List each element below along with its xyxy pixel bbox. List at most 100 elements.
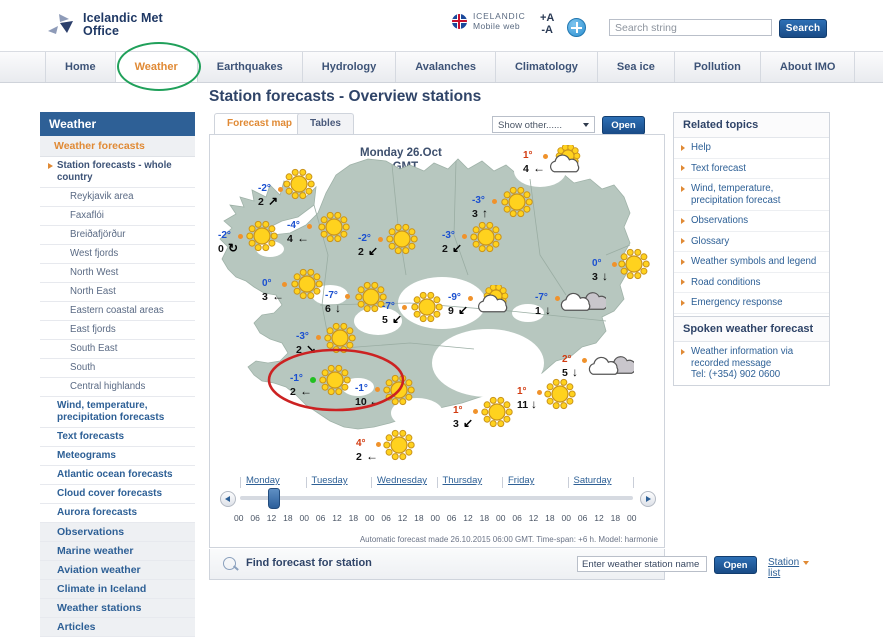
nav-tab-earthquakes[interactable]: Earthquakes (198, 52, 303, 82)
tab-forecast-map[interactable]: Forecast map (214, 113, 306, 135)
sidebar-item-brei-afj-r-ur[interactable]: Breiðafjörður (40, 226, 195, 245)
search-input[interactable]: Search string (609, 19, 772, 36)
sidebar-item-south-east[interactable]: South East (40, 340, 195, 359)
timeline-hour-label[interactable]: 00 (496, 513, 505, 523)
timeline-hour-label[interactable]: 00 (627, 513, 636, 523)
font-increase[interactable]: +A (540, 12, 554, 24)
logo[interactable]: Icelandic Met Office (46, 12, 163, 38)
slider-track[interactable] (240, 496, 633, 500)
sidebar-item-articles[interactable]: Articles (40, 618, 195, 637)
sidebar-item-weather-stations[interactable]: Weather stations (40, 599, 195, 618)
show-other-select[interactable]: Show other...... (492, 116, 595, 133)
accessibility-plus-icon[interactable] (567, 18, 586, 37)
timeline-hour-label[interactable]: 18 (283, 513, 292, 523)
sidebar-item-atlantic-ocean-forecasts[interactable]: Atlantic ocean forecasts (40, 466, 195, 485)
timeline-hour-label[interactable]: 12 (267, 513, 276, 523)
tab-tables[interactable]: Tables (297, 113, 354, 135)
timeline-hour-label[interactable]: 00 (365, 513, 374, 523)
nav-tab-pollution[interactable]: Pollution (675, 52, 761, 82)
timeline-hour-label[interactable]: 00 (300, 513, 309, 523)
search-button[interactable]: Search (779, 19, 827, 38)
timeline-hour-label[interactable]: 06 (316, 513, 325, 523)
related-link-emergency-response[interactable]: Emergency response (674, 293, 829, 314)
timeline-hour-label[interactable]: 18 (545, 513, 554, 523)
timeline-hour-label[interactable]: 12 (463, 513, 472, 523)
time-slider[interactable]: Monday Tuesday Wednesday Thursday Friday Satu… (210, 475, 664, 533)
related-link-help[interactable]: Help (674, 138, 829, 159)
sidebar-item-cloud-cover-forecasts[interactable]: Cloud cover forecasts (40, 485, 195, 504)
sidebar-item-marine-weather[interactable]: Marine weather (40, 542, 195, 561)
sidebar-item-faxafl-i[interactable]: Faxaflói (40, 207, 195, 226)
lang-mobile[interactable]: Mobile web (473, 21, 520, 31)
open-button[interactable]: Open (602, 116, 645, 135)
related-link-text-forecast[interactable]: Text forecast (674, 159, 829, 179)
nav-tab-sea-ice[interactable]: Sea ice (598, 52, 675, 82)
sidebar-item-central-highlands[interactable]: Central highlands (40, 378, 195, 397)
related-link-weather-symbols-and-legend[interactable]: Weather symbols and legend (674, 252, 829, 273)
related-link-road-conditions[interactable]: Road conditions (674, 273, 829, 293)
logo-text: Icelandic Met Office (83, 12, 163, 38)
sidebar-item-wind-temperature-precipitation-forecasts[interactable]: Wind, temperature, precipitation forecas… (40, 397, 195, 428)
nav-tab-home[interactable]: Home (45, 52, 116, 82)
timeline-hour-label[interactable]: 18 (414, 513, 423, 523)
nav-tab-avalanches[interactable]: Avalanches (396, 52, 496, 82)
language-switcher[interactable]: ICELANDIC Mobile web (452, 11, 526, 31)
sidebar-item-north-east[interactable]: North East (40, 283, 195, 302)
timeline-hour-label[interactable]: 18 (611, 513, 620, 523)
sidebar-item-climate-in-iceland[interactable]: Climate in Iceland (40, 580, 195, 599)
timeline-hour-label[interactable]: 18 (349, 513, 358, 523)
lang-icelandic[interactable]: ICELANDIC (473, 11, 526, 21)
font-size-controls[interactable]: +A -A (540, 12, 554, 36)
timeline-hour-label[interactable]: 00 (234, 513, 243, 523)
timeline-day-saturday[interactable]: Saturday (574, 475, 612, 486)
sidebar-item-text-forecasts[interactable]: Text forecasts (40, 428, 195, 447)
sidebar-item-west-fjords[interactable]: West fjords (40, 245, 195, 264)
timeline-hour-label[interactable]: 06 (250, 513, 259, 523)
slider-next-button[interactable] (640, 491, 656, 507)
timeline-day-tuesday[interactable]: Tuesday (312, 475, 348, 486)
timeline-day-thursday[interactable]: Thursday (443, 475, 483, 486)
sidebar-item-reykjavik-area[interactable]: Reykjavik area (40, 188, 195, 207)
station-name-input[interactable]: Enter weather station name (577, 556, 707, 572)
timeline-hour-label[interactable]: 00 (562, 513, 571, 523)
nav-tab-about-imo[interactable]: About IMO (761, 52, 856, 82)
timeline-hour-label[interactable]: 06 (578, 513, 587, 523)
sidebar-item-aviation-weather[interactable]: Aviation weather (40, 561, 195, 580)
timeline-hour-label[interactable]: 06 (381, 513, 390, 523)
nav-tab-climatology[interactable]: Climatology (496, 52, 598, 82)
font-decrease[interactable]: -A (540, 24, 554, 36)
station-list-link[interactable]: Station list (768, 557, 810, 579)
timeline-hour-label[interactable]: 12 (332, 513, 341, 523)
sidebar-item-east-fjords[interactable]: East fjords (40, 321, 195, 340)
slider-handle[interactable] (267, 488, 280, 509)
related-link-wind-temperature-precipitation-forecast[interactable]: Wind, temperature, precipitation forecas… (674, 179, 829, 211)
timeline-hour-label[interactable]: 18 (480, 513, 489, 523)
nav-tab-weather[interactable]: Weather (115, 52, 198, 82)
timeline-hour-label[interactable]: 06 (447, 513, 456, 523)
nav-tab-hydrology[interactable]: Hydrology (303, 52, 397, 82)
timeline-hour-label[interactable]: 12 (594, 513, 603, 523)
spoken-forecast-link[interactable]: Weather information via recorded message… (674, 342, 829, 385)
sidebar-item-south[interactable]: South (40, 359, 195, 378)
timeline-day-monday[interactable]: Monday (246, 475, 280, 486)
wind-direction-arrow-icon: ↓ (602, 269, 608, 283)
related-link-observations[interactable]: Observations (674, 211, 829, 232)
timeline-day-wednesday[interactable]: Wednesday (377, 475, 427, 486)
sidebar-item-eastern-coastal-areas[interactable]: Eastern coastal areas (40, 302, 195, 321)
find-open-button[interactable]: Open (714, 556, 757, 574)
related-link-glossary[interactable]: Glossary (674, 232, 829, 252)
timeline-hour-label[interactable]: 12 (529, 513, 538, 523)
timeline-day-friday[interactable]: Friday (508, 475, 534, 486)
slider-prev-button[interactable] (220, 491, 236, 507)
forecast-map-panel[interactable]: Monday 26.Oct 12:00 GMT (209, 134, 665, 548)
timeline-hour-label[interactable]: 06 (512, 513, 521, 523)
sidebar-item-meteograms[interactable]: Meteograms (40, 447, 195, 466)
sidebar-item-aurora-forecasts[interactable]: Aurora forecasts (40, 504, 195, 523)
weather-symbol-clouds-icon (588, 349, 637, 381)
sidebar-item-observations[interactable]: Observations (40, 523, 195, 542)
timeline-hour-label[interactable]: 00 (431, 513, 440, 523)
sidebar-item-north-west[interactable]: North West (40, 264, 195, 283)
sidebar-section-weather-forecasts[interactable]: Weather forecasts (40, 136, 195, 157)
timeline-hour-label[interactable]: 12 (398, 513, 407, 523)
sidebar-item-station-forecasts-whole-country[interactable]: Station forecasts - whole country (40, 157, 195, 188)
